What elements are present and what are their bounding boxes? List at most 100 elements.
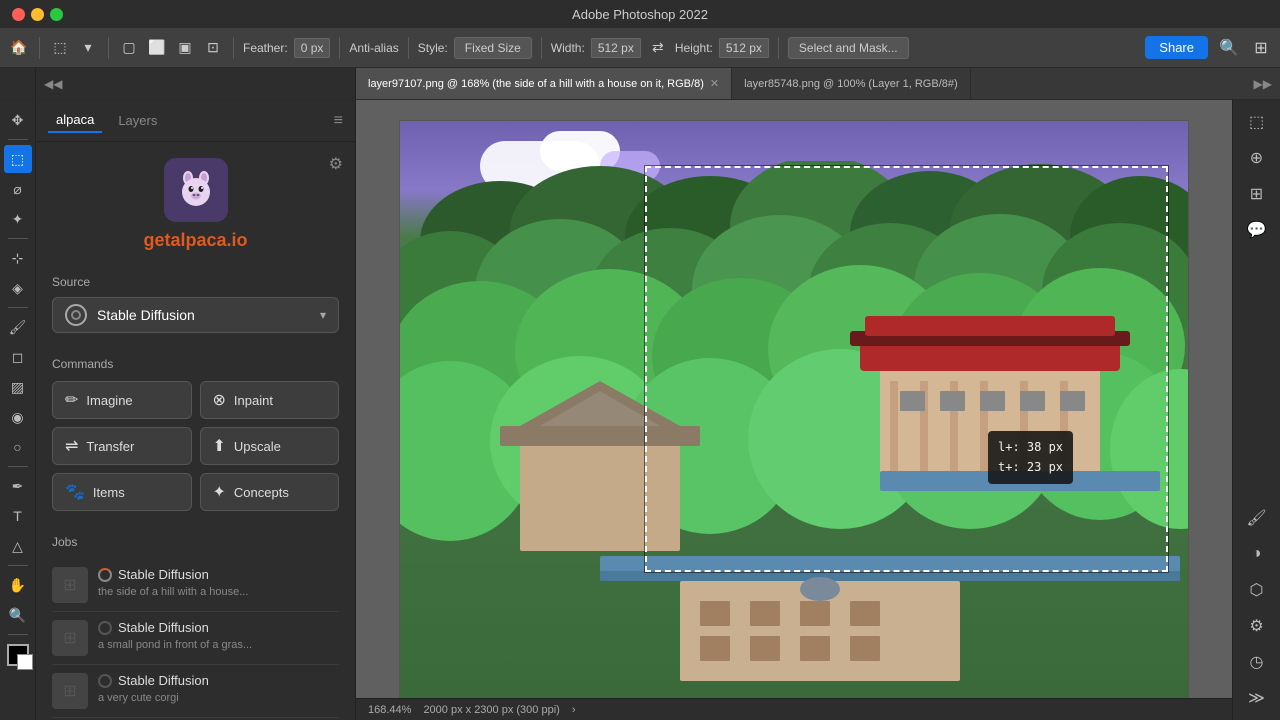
marquee-icon[interactable]: ⬚ (49, 37, 71, 59)
paint-bucket-tool[interactable]: ▨ (4, 373, 32, 401)
concepts-button[interactable]: ✦ Concepts (200, 473, 340, 511)
transfer-label: Transfer (86, 439, 134, 454)
subtract-icon[interactable]: ▣ (174, 37, 196, 59)
transfer-icon: ⇌ (65, 436, 78, 456)
tab-layers[interactable]: Layers (110, 109, 165, 132)
dodge-tool[interactable]: ○ (4, 433, 32, 461)
tab-active-close[interactable]: ✕ (710, 77, 719, 90)
jobs-label: Jobs (52, 535, 339, 549)
job-item-1[interactable]: ⊞ Stable Diffusion the side of a hill wi… (52, 559, 339, 612)
right-brush-icon[interactable]: 🖌 (1241, 502, 1273, 534)
brush-tool[interactable]: 🖌 (4, 313, 32, 341)
job-spinner-1 (98, 568, 112, 582)
feather-label: Feather: (243, 41, 288, 55)
inpaint-button[interactable]: ⊗ Inpaint (200, 381, 340, 419)
swap-icon[interactable]: ⇄ (647, 37, 669, 59)
job-title-1: Stable Diffusion (118, 567, 209, 582)
status-arrow: › (572, 704, 576, 716)
eraser-tool[interactable]: ◻ (4, 343, 32, 371)
zoom-tool[interactable]: 🔍 (4, 601, 32, 629)
status-dimensions: 2000 px x 2300 px (300 ppi) (423, 704, 559, 716)
right-select-icon[interactable]: ⬚ (1241, 106, 1273, 138)
upscale-icon: ⬆ (213, 436, 226, 456)
crop-tool[interactable]: ⊹ (4, 244, 32, 272)
maximize-button[interactable] (50, 8, 63, 21)
sidebar-menu-button[interactable]: ≡ (334, 112, 343, 130)
height-label: Height: (675, 41, 713, 55)
concepts-icon: ✦ (213, 482, 226, 502)
select-mask-button[interactable]: Select and Mask... (788, 37, 909, 59)
right-settings-icon[interactable]: ⚙ (1241, 610, 1273, 642)
right-3d-icon[interactable]: ⬡ (1241, 574, 1273, 606)
items-button[interactable]: 🐾 Items (52, 473, 192, 511)
jobs-section: Jobs ⊞ Stable Diffusion the side of a hi… (36, 523, 355, 720)
marquee-options-icon[interactable]: ▾ (77, 37, 99, 59)
marquee-tool[interactable]: ⬚ (4, 145, 32, 173)
imagine-icon: ✏ (65, 390, 78, 410)
pen-tool[interactable]: ✒ (4, 472, 32, 500)
alpaca-logo (164, 158, 228, 222)
job-item-3[interactable]: ⊞ Stable Diffusion a very cute corgi (52, 665, 339, 718)
right-layers-icon[interactable]: ⊞ (1241, 178, 1273, 210)
canvas-content[interactable]: l+: 38 px t+: 23 px 168.44% 2000 px x 23… (356, 100, 1232, 720)
tool-sep3 (8, 307, 28, 308)
status-zoom: 168.44% (368, 704, 411, 716)
job-title-2: Stable Diffusion (118, 620, 209, 635)
width-value[interactable]: 512 px (591, 38, 641, 58)
source-icon (65, 304, 87, 326)
foreground-color[interactable] (7, 644, 29, 666)
hand-tool[interactable]: ✋ (4, 571, 32, 599)
tab-alpaca[interactable]: alpaca (48, 108, 102, 133)
right-comment-icon[interactable]: 💬 (1241, 214, 1273, 246)
brand-section: getalpaca.io ⚙ (36, 142, 355, 263)
right-collapse-icon[interactable]: ≫ (1241, 682, 1273, 714)
close-button[interactable] (12, 8, 25, 21)
items-label: Items (93, 485, 125, 500)
brand-url[interactable]: getalpaca.io (143, 230, 247, 251)
view-icon[interactable]: ⊞ (1250, 37, 1272, 59)
settings-icon[interactable]: ⚙ (329, 154, 343, 174)
text-tool[interactable]: T (4, 502, 32, 530)
eyedropper-tool[interactable]: ◈ (4, 274, 32, 302)
right-adjust-icon[interactable]: ⊕ (1241, 142, 1273, 174)
tool-sep1 (8, 139, 28, 140)
share-button[interactable]: Share (1145, 36, 1208, 59)
transform-icon[interactable]: ⊡ (202, 37, 224, 59)
forest-svg (400, 161, 1188, 699)
height-value[interactable]: 512 px (719, 38, 769, 58)
canvas-image[interactable]: l+: 38 px t+: 23 px (399, 120, 1189, 700)
tab-inactive[interactable]: layer85748.png @ 100% (Layer 1, RGB/8#) (732, 68, 971, 99)
sep7 (778, 37, 779, 59)
inpaint-label: Inpaint (234, 393, 273, 408)
feather-value[interactable]: 0 px (294, 38, 331, 58)
tab-active[interactable]: layer97107.png @ 168% (the side of a hil… (356, 68, 732, 99)
home-icon[interactable]: 🏠 (8, 37, 30, 59)
concepts-label: Concepts (234, 485, 289, 500)
transfer-button[interactable]: ⇌ Transfer (52, 427, 192, 465)
right-panel: ⬚ ⊕ ⊞ 💬 🖌 ◑ ⬡ ⚙ ◷ ≫ (1232, 100, 1280, 720)
upscale-button[interactable]: ⬆ Upscale (200, 427, 340, 465)
move-tool[interactable]: ✥ (4, 106, 32, 134)
lasso-tool[interactable]: ⌀ (4, 175, 32, 203)
style-dropdown[interactable]: Fixed Size (454, 37, 532, 59)
magic-wand-tool[interactable]: ✦ (4, 205, 32, 233)
blur-tool[interactable]: ◉ (4, 403, 32, 431)
right-history-icon[interactable]: ◷ (1241, 646, 1273, 678)
shape-tool[interactable]: △ (4, 532, 32, 560)
intersect-icon[interactable]: ⬜ (146, 37, 168, 59)
source-dropdown[interactable]: Stable Diffusion ▾ (52, 297, 339, 333)
sep4 (339, 37, 340, 59)
square-icon[interactable]: ▢ (118, 37, 140, 59)
toolbar: 🏠 ⬚ ▾ ▢ ⬜ ▣ ⊡ Feather: 0 px Anti-alias S… (0, 28, 1280, 68)
job-thumb-icon-3: ⊞ (63, 681, 76, 701)
tool-sep6 (8, 634, 28, 635)
minimize-button[interactable] (31, 8, 44, 21)
status-bar: 168.44% 2000 px x 2300 px (300 ppi) › (356, 698, 1232, 720)
job-item-2[interactable]: ⊞ Stable Diffusion a small pond in front… (52, 612, 339, 665)
window-controls[interactable] (12, 8, 63, 21)
right-gradient-icon[interactable]: ◑ (1241, 538, 1273, 570)
search-icon[interactable]: 🔍 (1218, 37, 1240, 59)
sep6 (541, 37, 542, 59)
imagine-button[interactable]: ✏ Imagine (52, 381, 192, 419)
alpaca-brand: getalpaca.io (36, 142, 355, 263)
